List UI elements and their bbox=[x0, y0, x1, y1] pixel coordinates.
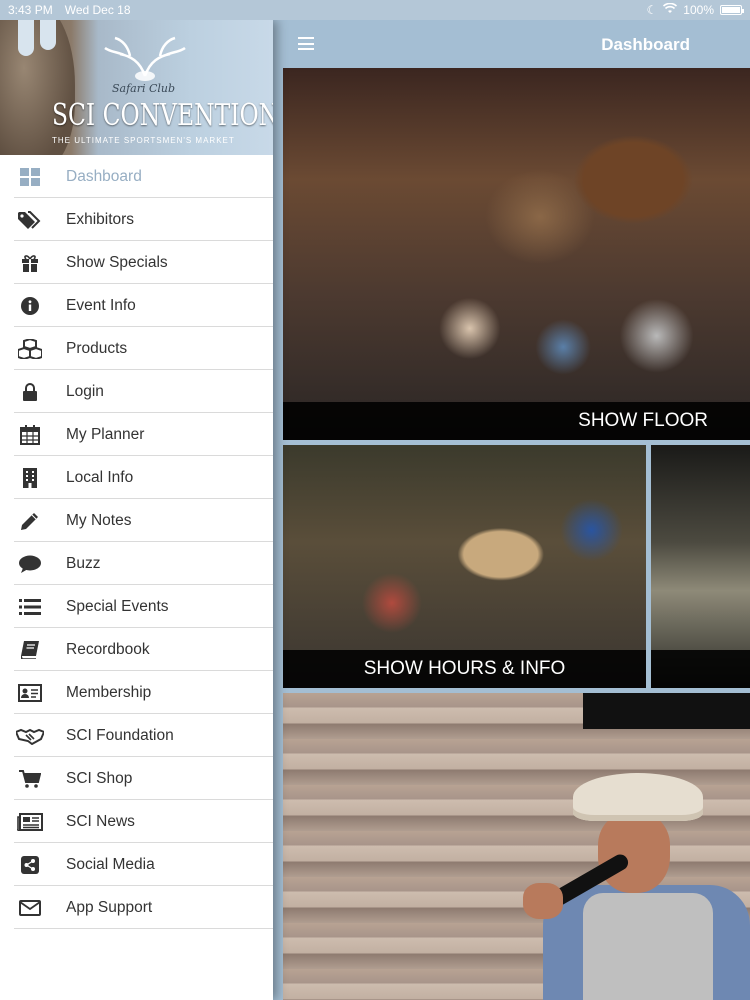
battery-icon bbox=[720, 5, 744, 15]
sidebar-item-label: Social Media bbox=[66, 855, 155, 873]
sidebar-menu: Dashboard Exhibitors Show Specials Event… bbox=[0, 155, 273, 929]
newspaper-icon bbox=[16, 811, 44, 833]
hamburger-menu-icon[interactable] bbox=[298, 37, 314, 50]
wifi-icon bbox=[663, 2, 678, 17]
sidebar-item-label: Show Specials bbox=[66, 253, 168, 271]
info-icon bbox=[16, 295, 44, 317]
logo-tagline: THE ULTIMATE SPORTSMEN'S MARKET bbox=[52, 136, 235, 145]
gift-icon bbox=[16, 252, 44, 274]
sidebar-item-label: Local Info bbox=[66, 468, 134, 486]
sidebar-item-label: My Notes bbox=[66, 511, 132, 529]
sidebar-item-label: SCI Shop bbox=[66, 769, 133, 787]
sidebar-item-my-notes[interactable]: My Notes bbox=[0, 499, 273, 542]
tile-caption: SHOW FLOOR bbox=[283, 402, 750, 440]
speech-bubble-icon bbox=[16, 553, 44, 575]
id-card-icon bbox=[16, 682, 44, 704]
logo-script: Safari Club bbox=[112, 82, 176, 95]
handshake-icon bbox=[16, 725, 44, 747]
sidebar-item-label: Recordbook bbox=[66, 640, 150, 658]
sidebar-item-label: Event Info bbox=[66, 296, 136, 314]
cubes-icon bbox=[16, 338, 44, 360]
status-time: 3:43 PM bbox=[8, 3, 53, 17]
sidebar-item-show-specials[interactable]: Show Specials bbox=[0, 241, 273, 284]
moon-icon: ☾ bbox=[646, 3, 658, 17]
tile-caption: SHOW HOURS & INFO bbox=[283, 650, 646, 688]
pencil-icon bbox=[16, 510, 44, 532]
antlers-icon bbox=[104, 36, 186, 81]
sidebar-item-membership[interactable]: Membership bbox=[0, 671, 273, 714]
logo-fingers bbox=[0, 20, 80, 60]
sidebar-item-recordbook[interactable]: Recordbook bbox=[0, 628, 273, 671]
photo-dark-corner bbox=[583, 693, 750, 729]
book-icon bbox=[16, 639, 44, 661]
sidebar-item-label: SCI Foundation bbox=[66, 726, 174, 744]
sidebar-item-my-planner[interactable]: My Planner bbox=[0, 413, 273, 456]
share-icon bbox=[16, 854, 44, 876]
sidebar-item-label: Products bbox=[66, 339, 128, 357]
sidebar-item-sci-foundation[interactable]: SCI Foundation bbox=[0, 714, 273, 757]
sidebar-item-dashboard[interactable]: Dashboard bbox=[0, 155, 273, 198]
tags-icon bbox=[16, 209, 44, 231]
cart-icon bbox=[16, 768, 44, 790]
sidebar-item-local-info[interactable]: Local Info bbox=[0, 456, 273, 499]
sidebar-item-label: My Planner bbox=[66, 425, 145, 443]
list-icon bbox=[16, 596, 44, 618]
tile-partial[interactable] bbox=[651, 445, 750, 688]
sidebar-item-label: Dashboard bbox=[66, 167, 142, 185]
sidebar-item-exhibitors[interactable]: Exhibitors bbox=[0, 198, 273, 241]
sidebar-item-app-support[interactable]: App Support bbox=[0, 886, 273, 929]
sidebar-item-label: SCI News bbox=[66, 812, 135, 830]
logo-title: SCI CONVENTION bbox=[52, 98, 273, 133]
sidebar-item-login[interactable]: Login bbox=[0, 370, 273, 413]
tile-show-hours-info[interactable]: SHOW HOURS & INFO bbox=[283, 445, 646, 688]
speaker-figure bbox=[523, 773, 750, 1000]
sidebar-item-label: Membership bbox=[66, 683, 152, 701]
envelope-icon bbox=[16, 897, 44, 919]
top-bar: Dashboard bbox=[273, 20, 750, 68]
sidebar-item-sci-shop[interactable]: SCI Shop bbox=[0, 757, 273, 800]
tile-caption-empty bbox=[651, 650, 750, 688]
building-icon bbox=[16, 467, 44, 489]
sidebar-item-label: Special Events bbox=[66, 597, 169, 615]
sidebar-item-label: Login bbox=[66, 382, 104, 400]
sidebar: Safari Club SCI CONVENTION THE ULTIMATE … bbox=[0, 20, 273, 1000]
status-date: Wed Dec 18 bbox=[64, 3, 131, 17]
dashboard-icon bbox=[16, 166, 44, 188]
status-right: ☾ 100% bbox=[646, 2, 744, 17]
sidebar-item-buzz[interactable]: Buzz bbox=[0, 542, 273, 585]
sidebar-item-event-info[interactable]: Event Info bbox=[0, 284, 273, 327]
status-bar: 3:43 PM Wed Dec 18 ☾ 100% bbox=[0, 0, 750, 20]
sidebar-item-social-media[interactable]: Social Media bbox=[0, 843, 273, 886]
tile-show-floor[interactable]: SHOW FLOOR bbox=[283, 68, 750, 440]
lock-icon bbox=[16, 381, 44, 403]
calendar-icon bbox=[16, 424, 44, 446]
sidebar-item-products[interactable]: Products bbox=[0, 327, 273, 370]
sidebar-item-label: Exhibitors bbox=[66, 210, 135, 228]
sidebar-item-special-events[interactable]: Special Events bbox=[0, 585, 273, 628]
battery-level: 100% bbox=[683, 3, 714, 17]
sci-convention-logo: Safari Club SCI CONVENTION THE ULTIMATE … bbox=[0, 20, 273, 155]
main-content: Dashboard SHOW FLOOR SHOW HOURS & INFO bbox=[273, 20, 750, 1000]
sidebar-item-label: App Support bbox=[66, 898, 153, 916]
sidebar-item-label: Buzz bbox=[66, 554, 101, 572]
sidebar-item-sci-news[interactable]: SCI News bbox=[0, 800, 273, 843]
tile-speaker-photo[interactable] bbox=[283, 693, 750, 1000]
page-title: Dashboard bbox=[601, 35, 690, 54]
